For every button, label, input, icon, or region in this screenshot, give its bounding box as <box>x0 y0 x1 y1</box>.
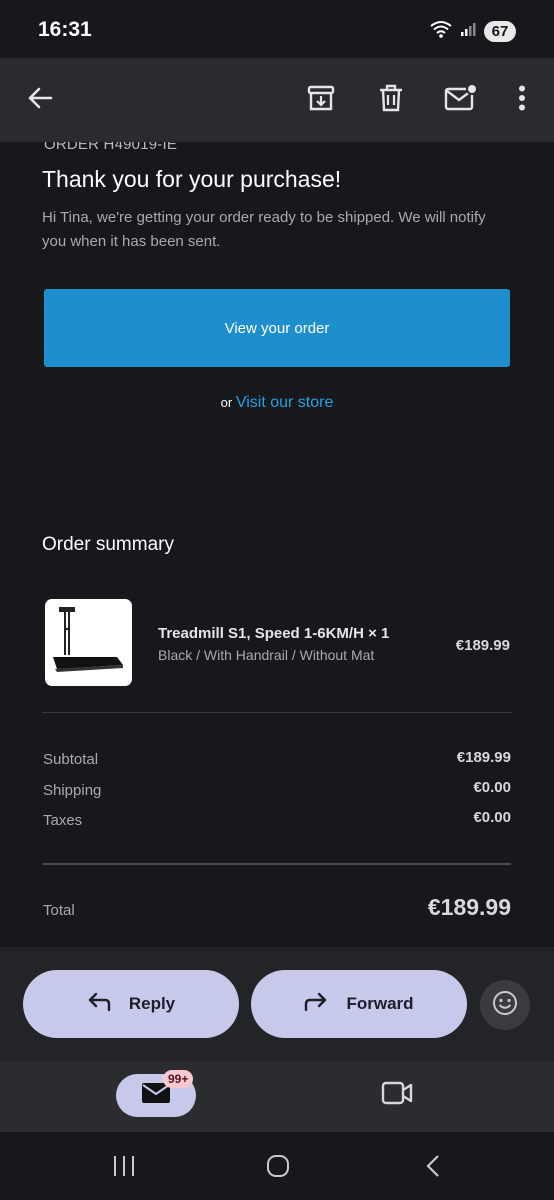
more-vert-icon[interactable] <box>502 78 542 118</box>
forward-button[interactable]: Forward <box>251 970 467 1038</box>
signal-icon <box>460 21 476 42</box>
shipping-label: Shipping <box>43 782 102 799</box>
email-title: Thank you for your purchase! <box>42 166 342 192</box>
system-back-icon[interactable] <box>424 1154 442 1183</box>
reply-icon <box>87 992 111 1017</box>
divider <box>43 863 511 865</box>
reply-label: Reply <box>128 994 176 1013</box>
bottom-nav: 99+ <box>0 1062 554 1132</box>
action-bar: Reply Forward <box>0 947 554 1062</box>
shipping-value: €0.00 <box>473 779 511 796</box>
total-value: €189.99 <box>427 894 511 920</box>
treadmill-icon <box>53 607 123 672</box>
order-summary-title: Order summary <box>42 534 174 555</box>
archive-icon[interactable] <box>301 78 341 118</box>
video-camera-icon <box>380 1081 414 1110</box>
store-line: or Visit our store <box>0 394 554 412</box>
visit-store-link[interactable]: Visit our store <box>236 394 334 411</box>
forward-icon <box>304 992 328 1017</box>
subtotal-label: Subtotal <box>43 751 99 768</box>
status-time: 16:31 <box>38 18 92 41</box>
email-body: ORDER H49019-IE Thank you for your purch… <box>0 142 554 947</box>
forward-label: Forward <box>346 994 414 1013</box>
emoji-reaction-button[interactable] <box>480 980 530 1030</box>
subtotal-value: €189.99 <box>456 749 511 766</box>
back-arrow-icon[interactable] <box>20 78 60 118</box>
total-label: Total <box>43 902 75 919</box>
unread-badge: 99+ <box>163 1070 194 1088</box>
item-price: €189.99 <box>455 637 510 654</box>
wifi-icon <box>430 20 452 43</box>
status-icons: 67 <box>430 20 516 43</box>
view-order-button[interactable]: View your order <box>44 289 510 367</box>
or-text: or <box>220 395 233 410</box>
smiley-icon <box>492 990 518 1021</box>
app-bar <box>0 58 554 142</box>
taxes-label: Taxes <box>43 812 83 829</box>
system-nav-bar <box>0 1132 554 1200</box>
trash-icon[interactable] <box>371 78 411 118</box>
battery-indicator: 67 <box>484 21 516 42</box>
home-icon[interactable] <box>266 1154 290 1183</box>
mark-unread-icon[interactable] <box>441 78 481 118</box>
order-number: ORDER H49019-IE <box>44 142 178 153</box>
divider <box>42 712 512 713</box>
reply-button[interactable]: Reply <box>23 970 239 1038</box>
item-variant: Black / With Handrail / Without Mat <box>158 647 375 663</box>
email-message: Hi Tina, we're getting your order ready … <box>42 209 486 250</box>
taxes-value: €0.00 <box>473 809 511 826</box>
item-name: Treadmill S1, Speed 1-6KM/H × 1 <box>158 625 390 642</box>
recents-icon[interactable] <box>112 1154 136 1183</box>
nav-meet[interactable] <box>380 1080 414 1111</box>
product-thumbnail <box>45 599 132 686</box>
